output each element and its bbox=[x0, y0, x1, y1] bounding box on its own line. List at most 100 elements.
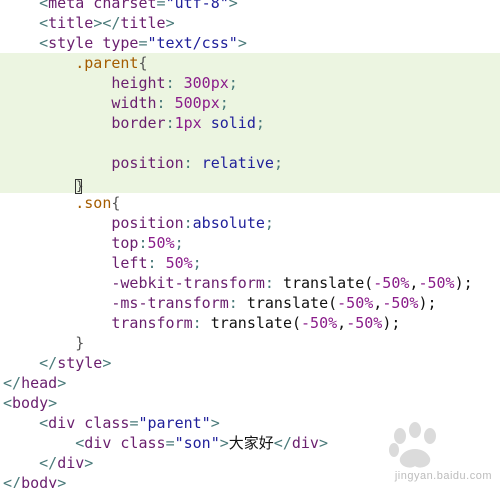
code-line[interactable]: height: 300px; bbox=[0, 73, 500, 93]
code-token: ; bbox=[192, 254, 202, 272]
code-token: ); bbox=[382, 314, 401, 332]
code-token: style bbox=[48, 34, 94, 52]
code-token: ; bbox=[174, 234, 184, 252]
code-token: { bbox=[138, 54, 148, 72]
code-line[interactable]: </head> bbox=[0, 373, 500, 393]
code-token: 300 bbox=[183, 74, 211, 92]
code-line[interactable]: <body> bbox=[0, 393, 500, 413]
code-token: > bbox=[210, 414, 220, 432]
code-token: : bbox=[183, 214, 193, 232]
code-token: -50 bbox=[346, 314, 374, 332]
code-token: px bbox=[183, 114, 202, 132]
code-token: ; bbox=[273, 154, 283, 172]
code-token: px bbox=[210, 74, 229, 92]
code-line[interactable]: <meta charset="utf-8"> bbox=[0, 0, 500, 13]
code-line[interactable]: transform: translate(-50%,-50%); bbox=[0, 313, 500, 333]
code-token: < bbox=[3, 394, 13, 412]
code-token: ); bbox=[454, 274, 473, 292]
code-line[interactable]: border:1px solid; bbox=[0, 113, 500, 133]
code-token: > bbox=[219, 434, 229, 452]
code-token: > bbox=[57, 374, 67, 392]
code-line[interactable]: } bbox=[0, 333, 500, 353]
code-token: absolute bbox=[192, 214, 265, 232]
code-token: : bbox=[138, 234, 148, 252]
code-token: % bbox=[364, 294, 374, 312]
code-token: div bbox=[57, 454, 85, 472]
code-line[interactable]: .parent{ bbox=[0, 53, 500, 73]
code-line[interactable]: left: 50%; bbox=[0, 253, 500, 273]
baidu-paw-logo bbox=[370, 418, 470, 478]
code-token: 50 bbox=[147, 234, 166, 252]
code-token: class bbox=[111, 434, 166, 452]
code-token: % bbox=[328, 314, 338, 332]
code-token: translate( bbox=[282, 274, 374, 292]
cursor-bracket-icon: } bbox=[75, 179, 84, 194]
code-token: "son" bbox=[174, 434, 220, 452]
code-line[interactable]: <title></title> bbox=[0, 13, 500, 33]
code-token: charset bbox=[84, 0, 157, 12]
code-token: ; bbox=[255, 114, 265, 132]
code-token: -webkit-transform bbox=[111, 274, 265, 292]
code-line[interactable]: -ms-transform: translate(-50%,-50%); bbox=[0, 293, 500, 313]
code-token: meta bbox=[48, 0, 85, 12]
code-line[interactable]: } bbox=[0, 173, 500, 194]
code-token: -50 bbox=[337, 294, 365, 312]
code-token: : bbox=[183, 154, 202, 172]
code-token: > bbox=[48, 394, 58, 412]
code-token: < bbox=[39, 34, 49, 52]
code-line[interactable]: -webkit-transform: translate(-50%,-50%); bbox=[0, 273, 500, 293]
code-line[interactable]: top:50%; bbox=[0, 233, 500, 253]
code-token: 50 bbox=[165, 254, 184, 272]
code-token: % bbox=[445, 274, 455, 292]
code-token: > bbox=[165, 14, 175, 32]
code-line[interactable] bbox=[0, 133, 500, 153]
code-token: : bbox=[156, 94, 175, 112]
code-token: </ bbox=[3, 374, 22, 392]
code-token: > bbox=[228, 0, 238, 12]
code-token: < bbox=[39, 414, 49, 432]
code-token: "parent" bbox=[138, 414, 211, 432]
code-token: { bbox=[111, 194, 121, 212]
code-token: ; bbox=[228, 74, 238, 92]
code-token: "text/css" bbox=[147, 34, 238, 52]
code-token: div bbox=[84, 434, 112, 452]
code-token: 大家好 bbox=[228, 434, 274, 452]
code-token: ; bbox=[219, 94, 229, 112]
code-line[interactable]: width: 500px; bbox=[0, 93, 500, 113]
code-token: style bbox=[57, 354, 103, 372]
code-token: % bbox=[373, 314, 383, 332]
code-token: = bbox=[156, 0, 166, 12]
code-token: -ms-transform bbox=[111, 294, 229, 312]
code-token: : bbox=[165, 74, 184, 92]
code-token: ); bbox=[418, 294, 437, 312]
code-line[interactable]: </style> bbox=[0, 353, 500, 373]
code-editor[interactable]: </body> </div> <div class="son">大家好</div… bbox=[0, 0, 500, 488]
code-token: px bbox=[201, 94, 220, 112]
code-token: = bbox=[165, 434, 175, 452]
code-token: , bbox=[337, 314, 347, 332]
code-line[interactable]: position:absolute; bbox=[0, 213, 500, 233]
code-token: position bbox=[111, 154, 184, 172]
code-token: body bbox=[12, 394, 49, 412]
code-token: top bbox=[111, 234, 139, 252]
code-token: 1 bbox=[174, 114, 184, 132]
code-token: </ bbox=[273, 434, 292, 452]
code-line[interactable]: .son{ bbox=[0, 193, 500, 213]
code-token: body bbox=[21, 474, 58, 488]
code-token: < bbox=[39, 14, 49, 32]
code-line[interactable]: position: relative; bbox=[0, 153, 500, 173]
code-token: : bbox=[264, 274, 283, 292]
code-line[interactable]: <style type="text/css"> bbox=[0, 33, 500, 53]
code-token: ; bbox=[264, 214, 274, 232]
code-token: class bbox=[75, 414, 130, 432]
code-token: , bbox=[373, 294, 383, 312]
code-token: transform bbox=[111, 314, 193, 332]
